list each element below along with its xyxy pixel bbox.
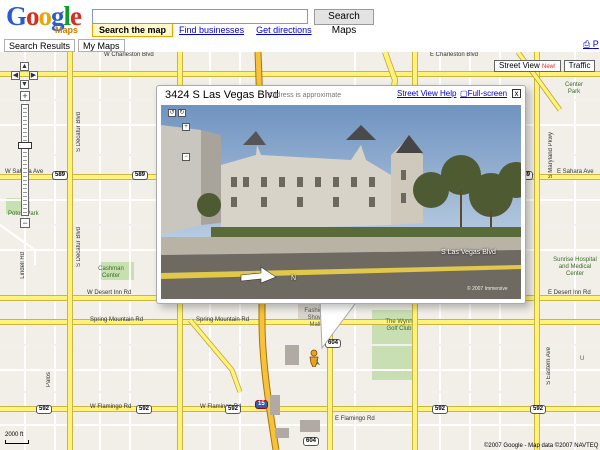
road-label: E Desert Inn Rd bbox=[548, 290, 591, 296]
road-label: W Flamingo Rd bbox=[90, 404, 132, 410]
road-label: E Flamingo Rd bbox=[335, 416, 375, 422]
street-view-button[interactable]: Street View New! bbox=[494, 60, 561, 72]
scale-label: 2000 ft bbox=[5, 432, 24, 438]
address-approx-note: Address is approximate bbox=[268, 92, 342, 99]
road-label: S Decatur Blvd bbox=[76, 227, 82, 268]
tab-my-maps[interactable]: My Maps bbox=[78, 39, 125, 52]
pan-left-button[interactable]: ◀ bbox=[11, 71, 20, 80]
sv-zoom-out-button[interactable]: − bbox=[182, 153, 190, 161]
road-label: Spring Mountain Rd bbox=[196, 317, 250, 323]
direction-label: N bbox=[291, 275, 297, 282]
tab-find-businesses[interactable]: Find businesses bbox=[173, 24, 250, 37]
app-window: Google Maps Search Maps Search the map F… bbox=[0, 0, 600, 450]
map-type-bar: Street View New! Traffic bbox=[494, 60, 596, 72]
new-badge: New! bbox=[542, 64, 556, 70]
sv-zoom-in-button[interactable]: + bbox=[182, 123, 190, 131]
road-label: W Charleston Blvd bbox=[104, 52, 154, 58]
place-label: Cashman Center bbox=[98, 266, 124, 279]
panorama-image bbox=[161, 105, 521, 299]
pegman-icon[interactable] bbox=[307, 349, 321, 367]
route-shield: 592 bbox=[225, 405, 242, 414]
close-icon[interactable]: x bbox=[512, 89, 521, 98]
road-label: Lindell Rd bbox=[20, 252, 26, 279]
side-tabs: Search Results My Maps bbox=[4, 39, 128, 52]
road-label: S Decatur Blvd bbox=[76, 112, 82, 153]
zoom-slider-rail[interactable] bbox=[21, 104, 29, 216]
logo-subtitle: Maps bbox=[55, 25, 79, 35]
road-label: Spring Mountain Rd bbox=[90, 317, 144, 323]
tab-search-the-map[interactable]: Search the map bbox=[92, 24, 174, 37]
street-view-panorama[interactable]: ↺ ↻ + − S Las Vegas Blvd N © 2007 Immers… bbox=[161, 105, 521, 299]
route-shield: 589 bbox=[52, 171, 69, 180]
road-label: Palos bbox=[46, 372, 52, 388]
print-link[interactable]: ⎙ P bbox=[583, 39, 599, 50]
full-screen-label: Full-screen bbox=[467, 89, 508, 98]
scale-bar: 2000 ft bbox=[5, 432, 29, 444]
route-shield: 592 bbox=[136, 405, 153, 414]
zoom-out-button[interactable]: − bbox=[20, 218, 30, 228]
info-bubble-tail bbox=[319, 300, 359, 350]
road-label: W Desert Inn Rd bbox=[87, 290, 132, 296]
tab-search-results[interactable]: Search Results bbox=[4, 39, 76, 52]
search-tabs: Search the map Find businesses Get direc… bbox=[92, 24, 318, 37]
place-label: Sunrise Hospital and Medical Center bbox=[553, 257, 597, 277]
place-label: U bbox=[580, 356, 585, 362]
photo-copyright: © 2007 Immersive bbox=[467, 286, 508, 292]
zoom-in-button[interactable]: + bbox=[20, 91, 30, 101]
header: Google Maps Search Maps Search the map F… bbox=[0, 0, 600, 38]
search-input[interactable] bbox=[92, 9, 308, 24]
bubble-title: 3424 S Las Vegas Blvd bbox=[165, 89, 279, 101]
place-label: The Wynn Golf Club bbox=[385, 319, 413, 332]
route-shield: 604 bbox=[303, 437, 320, 446]
route-shield: 592 bbox=[432, 405, 449, 414]
road-label: E Sahara Ave bbox=[557, 169, 594, 175]
road-label: S Maryland Pkwy bbox=[548, 132, 554, 179]
street-view-info-window: 3424 S Las Vegas Blvd Address is approxi… bbox=[156, 85, 526, 304]
tab-get-directions[interactable]: Get directions bbox=[250, 24, 318, 37]
street-view-help-link[interactable]: Street View Help bbox=[397, 89, 456, 98]
street-view-label: Street View bbox=[499, 61, 540, 70]
interstate-shield: 15 bbox=[255, 400, 268, 409]
street-name-overlay: S Las Vegas Blvd bbox=[441, 249, 496, 256]
traffic-button[interactable]: Traffic bbox=[563, 60, 596, 72]
print-link-label: P bbox=[592, 39, 599, 49]
rotate-right-button[interactable]: ↻ bbox=[178, 109, 186, 117]
place-label: Center Park bbox=[564, 82, 583, 95]
rotate-left-button[interactable]: ↺ bbox=[168, 109, 176, 117]
route-shield: 589 bbox=[132, 171, 149, 180]
printer-icon: ⎙ bbox=[583, 39, 591, 49]
road-label: E Charleston Blvd bbox=[430, 52, 479, 58]
pan-down-button[interactable]: ▼ bbox=[20, 80, 29, 89]
pan-up-button[interactable]: ▲ bbox=[20, 62, 29, 71]
zoom-slider-thumb[interactable] bbox=[18, 142, 32, 149]
pan-right-button[interactable]: ▶ bbox=[29, 71, 38, 80]
fullscreen-icon: ▢ bbox=[460, 89, 468, 98]
map-pan-zoom-control: ▲ ◀ ▶ ▼ + − bbox=[11, 62, 41, 237]
full-screen-link[interactable]: ▢Full-screen bbox=[460, 89, 507, 98]
route-shield: 592 bbox=[36, 405, 53, 414]
route-shield: 592 bbox=[530, 405, 547, 414]
search-maps-button[interactable]: Search Maps bbox=[314, 9, 374, 36]
map-copyright: ©2007 Google - Map data ©2007 NAVTEQ bbox=[484, 443, 599, 449]
road-label: S Eastern Ave bbox=[546, 347, 552, 385]
